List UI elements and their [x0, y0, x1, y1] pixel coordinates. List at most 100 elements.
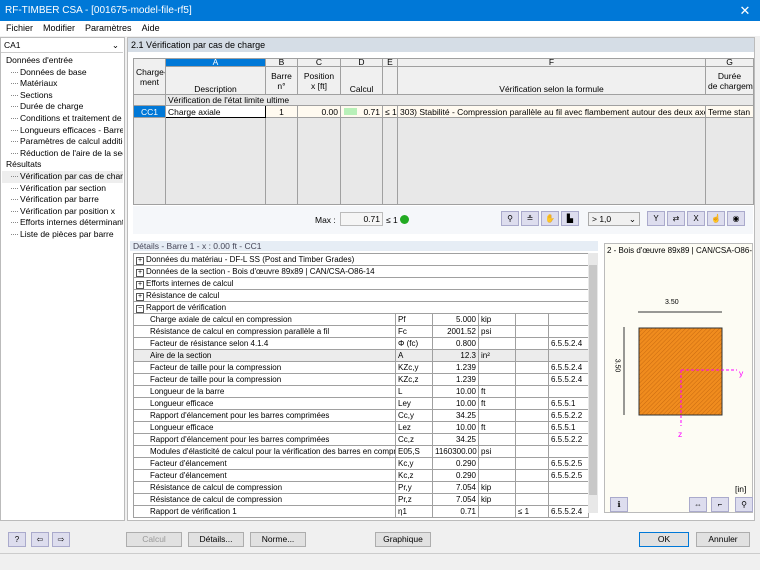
calc-button[interactable]: Calcul — [126, 532, 182, 547]
col-letter-b[interactable]: B — [265, 58, 298, 67]
dimension-icon[interactable]: ⇔ — [689, 497, 707, 512]
tree-item[interactable]: Liste de pièces par barre — [2, 229, 123, 241]
expand-icon[interactable]: + — [136, 269, 144, 277]
expand-icon[interactable]: + — [136, 257, 144, 265]
cell-load[interactable]: CC1 — [133, 105, 166, 118]
details-row[interactable]: Aire de la section A 12.3 in² — [133, 349, 590, 362]
col-letter-a[interactable]: A — [165, 58, 266, 67]
detail-unit: kip — [478, 313, 516, 326]
detail-value: 7.054 — [432, 493, 479, 506]
table-row[interactable]: CC1 Charge axiale 1 0.00 0.71 ≤ 1 303) S… — [133, 105, 754, 118]
details-scrollbar[interactable] — [588, 253, 598, 513]
tree-results[interactable]: Résultats — [2, 159, 123, 171]
details-row[interactable]: Rapport d'élancement pour les barres com… — [133, 433, 590, 446]
cell-bar[interactable]: 1 — [265, 105, 298, 118]
detail-symbol: Ley — [395, 397, 433, 410]
col-letter-e[interactable]: E — [382, 58, 398, 67]
tree-item[interactable]: Conditions et traitement de ser — [2, 113, 123, 125]
details-row[interactable]: Facteur de résistance selon 4.1.4 Φ (fc) 0… — [133, 337, 590, 350]
close-icon[interactable]: ✕ — [730, 0, 760, 21]
section-view-icon[interactable]: ▙ — [561, 211, 579, 226]
color-scale-icon[interactable]: ⇄ — [667, 211, 685, 226]
menu-parametres[interactable]: Paramètres — [85, 23, 132, 33]
detail-value: 0.290 — [432, 457, 479, 470]
tree-item[interactable]: Matériaux — [2, 78, 123, 90]
details-group-row[interactable]: + Données du matériau - DF-L SS (Post and… — [132, 253, 590, 266]
filter-select[interactable]: > 1,0 ⌄ — [588, 212, 640, 226]
tree-item[interactable]: Vérification par cas de charge — [2, 170, 123, 183]
col-letter-d[interactable]: D — [340, 58, 383, 67]
pin-icon[interactable]: ⚲ — [501, 211, 519, 226]
menu-modifier[interactable]: Modifier — [43, 23, 75, 33]
tree-input-data[interactable]: Données d'entrée — [2, 55, 123, 67]
detail-symbol: η1 — [395, 505, 433, 518]
norm-button[interactable]: Norme... — [250, 532, 306, 547]
axes-icon[interactable]: ⌐ — [711, 497, 729, 512]
details-row[interactable]: Longueur efficace Lez 10.00 ft 6.5.5.1 — [133, 421, 590, 434]
expand-icon[interactable]: + — [136, 293, 144, 301]
tree-item[interactable]: Longueurs efficaces - Barres — [2, 125, 123, 137]
col-letter-f[interactable]: F — [397, 58, 706, 67]
tree-item[interactable]: Paramètres de calcul additionne — [2, 136, 123, 148]
cell-position[interactable]: 0.00 — [297, 105, 341, 118]
header-e — [382, 66, 398, 95]
tree-item[interactable]: Efforts internes déterminants p — [2, 217, 123, 229]
detail-condition — [515, 385, 549, 398]
details-row[interactable]: Modules d'élasticité de calcul pour la v… — [133, 445, 590, 458]
details-row[interactable]: Rapport d'élancement pour les barres com… — [133, 409, 590, 422]
scrollbar-thumb[interactable] — [589, 265, 597, 495]
details-row[interactable]: Facteur d'élancement Kc,y 0.290 6.5.5.2.5 — [133, 457, 590, 470]
group-label: Résistance de calcul — [146, 291, 220, 300]
help-icon[interactable]: ? — [8, 532, 26, 547]
cell-description[interactable]: Charge axiale — [165, 105, 266, 118]
detail-condition: ≤ 1 — [515, 505, 549, 518]
tree-item[interactable]: Sections — [2, 90, 123, 102]
collapse-icon[interactable]: − — [136, 305, 144, 313]
details-group-row[interactable]: + Données de la section - Bois d'œuvre 89… — [132, 265, 590, 278]
col-letter-g[interactable]: G — [705, 58, 754, 67]
info-icon[interactable]: ℹ — [610, 497, 628, 512]
details-row[interactable]: Résistance de calcul de compression Pr,z 7… — [133, 493, 590, 506]
details-row[interactable]: Facteur de taille pour la compression KZc… — [133, 361, 590, 374]
details-group-row[interactable]: + Résistance de calcul — [132, 289, 590, 302]
details-row[interactable]: Résistance de calcul en compression para… — [133, 325, 590, 338]
details-row[interactable]: Facteur de taille pour la compression KZc… — [133, 373, 590, 386]
details-group-row[interactable]: − Rapport de vérification — [132, 301, 590, 314]
view-icon[interactable]: ◉ — [727, 211, 745, 226]
details-group-row[interactable]: + Efforts internes de calcul — [132, 277, 590, 290]
import-icon[interactable]: ⇦ — [31, 532, 49, 547]
header-description: Description — [165, 66, 266, 95]
cell-duration[interactable]: Terme stan — [705, 105, 754, 118]
details-row[interactable]: Résistance de calcul de compression Pr,y 7… — [133, 481, 590, 494]
cancel-button[interactable]: Annuler — [696, 532, 750, 547]
member-icon[interactable]: ≗ — [521, 211, 539, 226]
expand-icon[interactable]: + — [136, 281, 144, 289]
export-icon[interactable]: ⇨ — [52, 532, 70, 547]
select-icon[interactable]: ☝ — [707, 211, 725, 226]
tree-item[interactable]: Vérification par barre — [2, 194, 123, 206]
tree-item[interactable]: Réduction de l'aire de la section — [2, 148, 123, 160]
details-row[interactable]: Facteur d'élancement Kc,z 0.290 6.5.5.2.5 — [133, 469, 590, 482]
tree-item[interactable]: Vérification par section — [2, 183, 123, 195]
cell-ratio[interactable]: 0.71 — [340, 105, 383, 118]
details-button[interactable]: Détails... — [188, 532, 244, 547]
zoom-icon[interactable]: ⚲ — [735, 497, 753, 512]
details-row[interactable]: Longueur de la barre L 10.00 ft — [133, 385, 590, 398]
detail-value: 12.3 — [432, 349, 479, 362]
menu-aide[interactable]: Aide — [142, 23, 160, 33]
menu-fichier[interactable]: Fichier — [6, 23, 33, 33]
details-row[interactable]: Rapport de vérification 1 η1 0.71 ≤ 1 6.5.5.… — [133, 505, 590, 518]
tree-item[interactable]: Vérification par position x — [2, 206, 123, 218]
details-row[interactable]: Longueur efficace Ley 10.00 ft 6.5.5.1 — [133, 397, 590, 410]
tree-item[interactable]: Données de base — [2, 67, 123, 79]
case-select[interactable]: CA1 ⌄ — [1, 38, 123, 53]
graphic-button[interactable]: Graphique — [375, 532, 431, 547]
cell-formula[interactable]: 303) Stabilité - Compression parallèle a… — [397, 105, 706, 118]
hand-icon[interactable]: ✋ — [541, 211, 559, 226]
col-letter-c[interactable]: C — [297, 58, 341, 67]
excel-export-icon[interactable]: X — [687, 211, 705, 226]
details-row[interactable]: Charge axiale de calcul en compression Pf… — [133, 313, 590, 326]
ok-button[interactable]: OK — [639, 532, 689, 547]
tree-item[interactable]: Durée de charge — [2, 101, 123, 113]
filter-icon[interactable]: Y — [647, 211, 665, 226]
